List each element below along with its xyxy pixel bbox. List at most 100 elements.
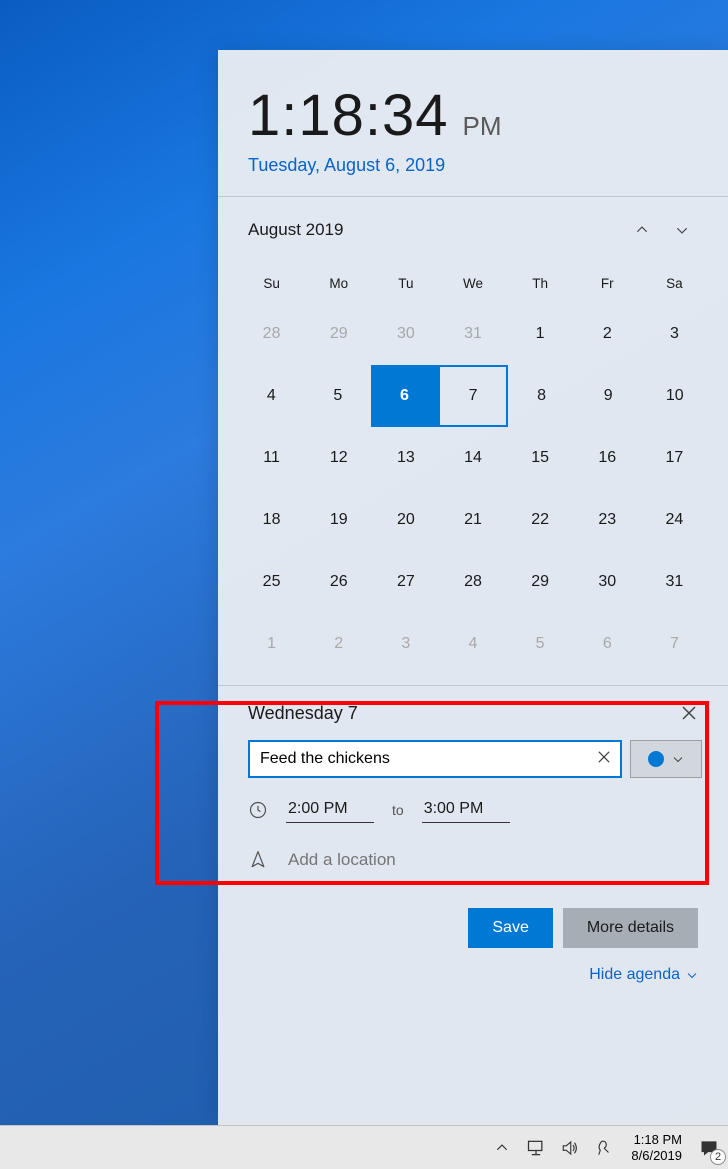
calendar-day[interactable]: 22 [507, 489, 574, 551]
clock-date-link[interactable]: Tuesday, August 6, 2019 [248, 155, 698, 176]
calendar-day[interactable]: 10 [641, 365, 708, 427]
taskbar-date: 8/6/2019 [631, 1148, 682, 1164]
calendar-day[interactable]: 3 [372, 613, 439, 675]
clock-time: 1:18:34 [248, 82, 449, 149]
network-icon [526, 1139, 546, 1157]
taskbar-clock[interactable]: 1:18 PM 8/6/2019 [625, 1132, 688, 1164]
calendar-day[interactable]: 31 [439, 303, 506, 365]
weekday-header: Tu [372, 263, 439, 303]
clock-ampm: PM [463, 111, 502, 142]
weekday-header: We [439, 263, 506, 303]
close-icon [682, 706, 696, 720]
event-title-field[interactable] [248, 740, 622, 778]
event-title-input[interactable] [260, 750, 598, 768]
calendar-day[interactable]: 11 [238, 427, 305, 489]
calendar-day[interactable]: 18 [238, 489, 305, 551]
calendar-day[interactable]: 15 [507, 427, 574, 489]
prev-month-button[interactable] [622, 213, 662, 247]
calendar-day[interactable]: 3 [641, 303, 708, 365]
clock-time-row: 1:18:34 PM [248, 82, 698, 149]
start-time-field[interactable]: 2:00 PM [286, 796, 374, 823]
calendar-color-picker[interactable] [630, 740, 702, 778]
weekday-header: Su [238, 263, 305, 303]
calendar-day[interactable]: 25 [238, 551, 305, 613]
calendar-day[interactable]: 17 [641, 427, 708, 489]
month-label[interactable]: August 2019 [248, 220, 622, 240]
calendar-day[interactable]: 4 [439, 613, 506, 675]
network-button[interactable] [523, 1135, 549, 1161]
calendar-day[interactable]: 20 [372, 489, 439, 551]
calendar-day[interactable]: 28 [439, 551, 506, 613]
more-details-button[interactable]: More details [563, 908, 698, 948]
chevron-up-icon [635, 223, 649, 237]
calendar-day[interactable]: 30 [574, 551, 641, 613]
tray-overflow-button[interactable] [489, 1135, 515, 1161]
calendar-header: August 2019 [218, 197, 728, 255]
taskbar: 1:18 PM 8/6/2019 2 [0, 1125, 728, 1169]
desktop-background: 1:18:34 PM Tuesday, August 6, 2019 Augus… [0, 0, 728, 1169]
time-row: 2:00 PM to 3:00 PM [248, 796, 702, 823]
notification-badge: 2 [710, 1149, 726, 1165]
calendar-flyout: 1:18:34 PM Tuesday, August 6, 2019 Augus… [218, 50, 728, 1125]
calendar-grid: SuMoTuWeThFrSa28293031123456789101112131… [218, 255, 728, 685]
close-event-button[interactable] [676, 700, 702, 726]
calendar-day[interactable]: 21 [439, 489, 506, 551]
calendar-day[interactable]: 19 [305, 489, 372, 551]
close-icon [598, 751, 610, 763]
taskbar-time: 1:18 PM [631, 1132, 682, 1148]
calendar-day[interactable]: 16 [574, 427, 641, 489]
chevron-down-icon [675, 223, 689, 237]
color-swatch-icon [648, 751, 664, 767]
clock-icon [248, 800, 268, 820]
calendar-day[interactable]: 30 [372, 303, 439, 365]
calendar-day[interactable]: 24 [641, 489, 708, 551]
calendar-day[interactable]: 31 [641, 551, 708, 613]
location-icon [248, 849, 268, 871]
calendar-day[interactable]: 7 [641, 613, 708, 675]
calendar-day[interactable]: 9 [575, 365, 642, 427]
calendar-day[interactable]: 7 [438, 365, 509, 427]
calendar-day[interactable]: 23 [574, 489, 641, 551]
location-input[interactable] [288, 850, 698, 870]
chevron-down-icon [686, 969, 698, 981]
ease-of-access-button[interactable] [591, 1135, 617, 1161]
calendar-day[interactable]: 27 [372, 551, 439, 613]
selected-day-label: Wednesday 7 [248, 703, 676, 724]
weekday-header: Sa [641, 263, 708, 303]
calendar-day[interactable]: 6 [371, 365, 438, 427]
event-panel: Wednesday 7 [218, 686, 728, 823]
calendar-day[interactable]: 2 [305, 613, 372, 675]
calendar-day[interactable]: 13 [372, 427, 439, 489]
calendar-day[interactable]: 12 [305, 427, 372, 489]
next-month-button[interactable] [662, 213, 702, 247]
action-center-button[interactable]: 2 [696, 1135, 722, 1161]
calendar-day[interactable]: 5 [507, 613, 574, 675]
calendar-day[interactable]: 1 [507, 303, 574, 365]
to-label: to [392, 802, 404, 818]
volume-button[interactable] [557, 1135, 583, 1161]
location-section [248, 823, 698, 882]
calendar-day[interactable]: 6 [574, 613, 641, 675]
clock-section: 1:18:34 PM Tuesday, August 6, 2019 [218, 50, 728, 196]
calendar-day[interactable]: 2 [574, 303, 641, 365]
weekday-header: Mo [305, 263, 372, 303]
calendar-day[interactable]: 29 [507, 551, 574, 613]
speaker-icon [561, 1139, 579, 1157]
weekday-header: Th [507, 263, 574, 303]
calendar-day[interactable]: 4 [238, 365, 305, 427]
end-time-field[interactable]: 3:00 PM [422, 796, 510, 823]
calendar-day[interactable]: 5 [305, 365, 372, 427]
clear-title-button[interactable] [598, 750, 610, 768]
chevron-up-icon [495, 1141, 509, 1155]
calendar-day[interactable]: 29 [305, 303, 372, 365]
calendar-day[interactable]: 28 [238, 303, 305, 365]
hide-agenda-toggle[interactable]: Hide agenda [218, 948, 728, 984]
calendar-day[interactable]: 1 [238, 613, 305, 675]
calendar-day[interactable]: 26 [305, 551, 372, 613]
button-row: Save More details [218, 882, 728, 948]
weekday-header: Fr [574, 263, 641, 303]
chevron-down-icon [672, 753, 684, 765]
save-button[interactable]: Save [468, 908, 552, 948]
calendar-day[interactable]: 8 [508, 365, 575, 427]
calendar-day[interactable]: 14 [439, 427, 506, 489]
